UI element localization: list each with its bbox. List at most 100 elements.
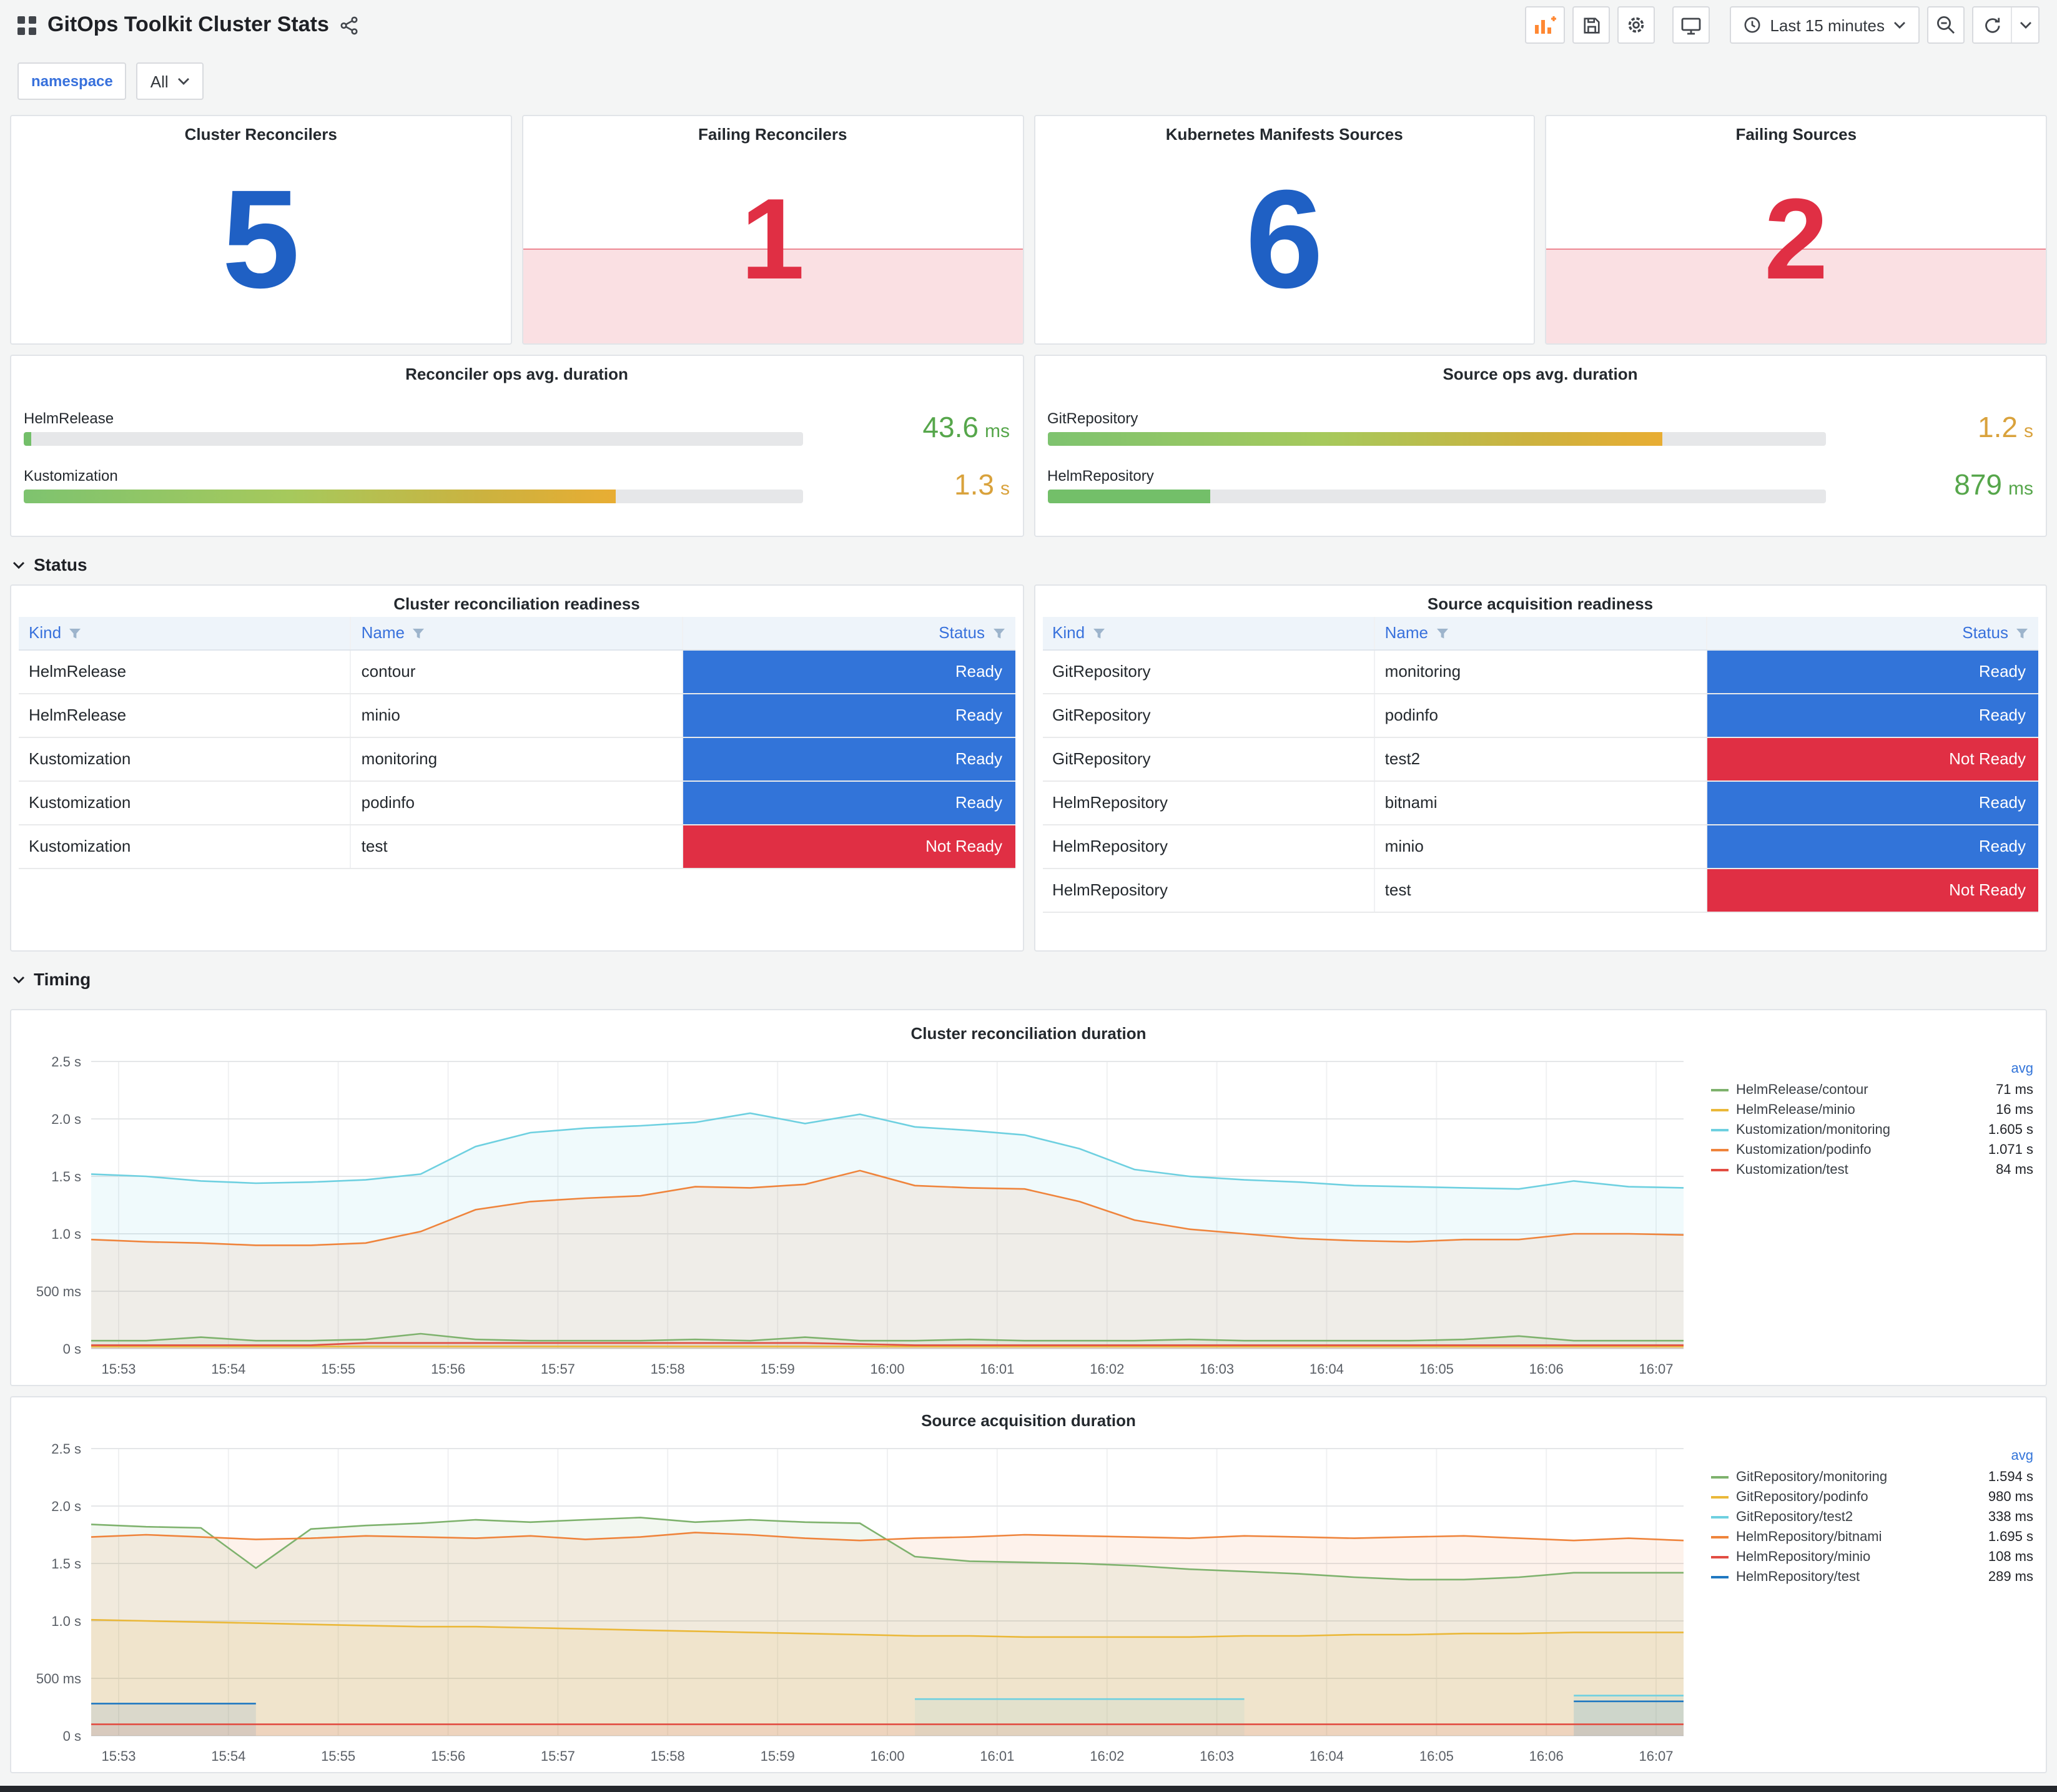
column-header-name[interactable]: Name <box>350 617 683 650</box>
filter-funnel-icon[interactable] <box>1092 629 1105 640</box>
svg-text:15:58: 15:58 <box>651 1748 685 1764</box>
table-row: HelmRepository test Not Ready <box>1042 868 2038 912</box>
series-avg-value: 1.594 s <box>1988 1470 2033 1485</box>
cell-name: test <box>350 824 683 869</box>
chevron-down-icon <box>177 77 190 85</box>
series-name: HelmRepository/test <box>1736 1570 1860 1585</box>
table-row: HelmRelease minio Ready <box>19 693 1015 737</box>
cell-kind: GitRepository <box>1042 737 1374 781</box>
filter-funnel-icon[interactable] <box>2016 629 2028 640</box>
legend-item[interactable]: Kustomization/monitoring 1.605 s <box>1711 1120 2033 1140</box>
table-row: GitRepository podinfo Ready <box>1042 693 2038 737</box>
panel-title[interactable]: Reconciler ops avg. duration <box>24 356 1010 387</box>
section-row-status[interactable]: Status <box>0 537 2057 584</box>
legend-item[interactable]: Kustomization/test 84 ms <box>1711 1160 2033 1180</box>
legend-item[interactable]: GitRepository/podinfo 980 ms <box>1711 1487 2033 1507</box>
cycle-view-mode-button[interactable] <box>1672 6 1710 44</box>
filter-funnel-icon[interactable] <box>992 629 1005 640</box>
dashboard-settings-button[interactable] <box>1617 6 1655 44</box>
status-badge: Ready <box>683 650 1015 692</box>
table-row: GitRepository test2 Not Ready <box>1042 737 2038 781</box>
section-row-timing[interactable]: Timing <box>0 952 2057 999</box>
panel-title[interactable]: Cluster Reconcilers <box>11 116 511 147</box>
filter-funnel-icon[interactable] <box>1436 629 1448 640</box>
stats-row: Cluster Reconcilers 5 Failing Reconciler… <box>10 115 2047 345</box>
gauge-row-gitrepository: GitRepository 1.2 s <box>1047 409 2033 446</box>
time-series-chart[interactable]: 0 s 500 ms 1.0 s 1.5 s 2.0 s 2.5 s 15:53 15:54 1… <box>21 1046 1704 1381</box>
panel-title[interactable]: Source ops avg. duration <box>1047 356 2033 387</box>
svg-text:15:55: 15:55 <box>321 1361 355 1377</box>
gauge-list: HelmRelease 43.6 ms Kustomization 1.3 s <box>24 387 1010 526</box>
gauge-track <box>1047 431 1826 446</box>
status-badge: Ready <box>683 694 1015 736</box>
series-avg-value: 1.695 s <box>1988 1530 2033 1545</box>
panel-title[interactable]: Failing Reconcilers <box>523 116 1023 147</box>
save-dashboard-button[interactable] <box>1572 6 1611 44</box>
time-series-chart[interactable]: 0 s 500 ms 1.0 s 1.5 s 2.0 s 2.5 s 15:53 15:54 1… <box>21 1434 1704 1768</box>
gauge-value: 43.6 ms <box>922 410 1010 443</box>
filter-funnel-icon[interactable] <box>412 629 425 640</box>
grafana-dashboard: GitOps Toolkit Cluster Stats Last 15 min… <box>0 0 2057 1792</box>
panel-title[interactable]: Cluster reconciliation readiness <box>11 586 1022 617</box>
cell-kind: Kustomization <box>19 737 351 781</box>
panel-title[interactable]: Source acquisition duration <box>21 1402 2036 1434</box>
gauge-row-kustomization: Kustomization 1.3 s <box>24 468 1010 504</box>
series-avg-value: 84 ms <box>1996 1163 2033 1178</box>
zoom-out-button[interactable] <box>1927 6 1965 44</box>
legend-item[interactable]: HelmRepository/bitnami 1.695 s <box>1711 1527 2033 1547</box>
panel-source-acquisition-readiness: Source acquisition readiness Kind Name Sta… <box>1033 584 2047 952</box>
dashboard-grid-icon[interactable] <box>17 6 36 44</box>
gauge-label: GitRepository <box>1047 409 1138 427</box>
dashboard-title: GitOps Toolkit Cluster Stats <box>47 12 329 36</box>
column-header-kind[interactable]: Kind <box>19 617 351 650</box>
share-icon[interactable] <box>340 6 359 44</box>
legend-item[interactable]: Kustomization/podinfo 1.071 s <box>1711 1140 2033 1160</box>
table-row: GitRepository monitoring Ready <box>1042 649 2038 694</box>
legend-item[interactable]: HelmRelease/minio 16 ms <box>1711 1100 2033 1120</box>
cell-kind: GitRepository <box>1042 649 1374 694</box>
svg-text:2.5 s: 2.5 s <box>51 1054 81 1070</box>
refresh-interval-dropdown[interactable] <box>2011 7 2038 42</box>
readiness-table: Kind Name Status HelmRelease contour Ready Hel… <box>19 617 1015 869</box>
time-range-picker[interactable]: Last 15 minutes <box>1730 6 1920 44</box>
column-header-status[interactable]: Status <box>1705 617 2038 650</box>
legend-item[interactable]: GitRepository/monitoring 1.594 s <box>1711 1467 2033 1487</box>
column-header-name[interactable]: Name <box>1373 617 1707 650</box>
column-header-kind[interactable]: Kind <box>1042 617 1374 650</box>
section-label: Timing <box>34 969 91 989</box>
column-header-status[interactable]: Status <box>682 617 1015 650</box>
dashboard-header: GitOps Toolkit Cluster Stats Last 15 min… <box>0 0 2057 50</box>
stat-value: 5 <box>222 160 300 317</box>
legend-item[interactable]: HelmRelease/contour 71 ms <box>1711 1080 2033 1100</box>
panel-title[interactable]: Source acquisition readiness <box>1035 586 2046 617</box>
cell-name: monitoring <box>1373 649 1707 694</box>
refresh-button[interactable] <box>1973 7 2011 42</box>
namespace-filter-selected: All <box>150 72 169 91</box>
panel-title[interactable]: Failing Sources <box>1547 116 2046 147</box>
status-badge: Not Ready <box>683 825 1015 867</box>
legend-item[interactable]: HelmRepository/minio 108 ms <box>1711 1547 2033 1567</box>
gauge-track <box>1047 490 1826 504</box>
cell-kind: GitRepository <box>1042 693 1374 737</box>
panel-title[interactable]: Kubernetes Manifests Sources <box>1035 116 1534 147</box>
series-avg-value: 980 ms <box>1988 1490 2033 1505</box>
legend-avg-header[interactable]: avg <box>1711 1449 2034 1467</box>
add-panel-button[interactable] <box>1525 6 1566 44</box>
namespace-filter-label[interactable]: namespace <box>17 62 127 100</box>
panel-title[interactable]: Cluster reconciliation duration <box>21 1015 2036 1046</box>
svg-text:16:05: 16:05 <box>1419 1748 1454 1764</box>
table-row: HelmRelease contour Ready <box>19 649 1015 694</box>
namespace-filter-value[interactable]: All <box>136 62 204 100</box>
legend-avg-header[interactable]: avg <box>1711 1061 2034 1080</box>
series-color-dash <box>1711 1556 1729 1558</box>
panel-cluster-reconciliation-duration: Cluster reconciliation duration 0 s 500 m… <box>10 1009 2047 1386</box>
cell-name: bitnami <box>1373 780 1707 825</box>
series-avg-value: 289 ms <box>1988 1570 2033 1585</box>
filter-funnel-icon[interactable] <box>69 629 81 640</box>
cell-name: contour <box>350 649 683 694</box>
chevron-down-icon <box>12 975 25 983</box>
legend-item[interactable]: GitRepository/test2 338 ms <box>1711 1507 2033 1527</box>
svg-text:15:56: 15:56 <box>431 1748 465 1764</box>
legend-item[interactable]: HelmRepository/test 289 ms <box>1711 1567 2033 1587</box>
table-container: Kind Name Status GitRepository monitoring Rea… <box>1035 617 2046 912</box>
